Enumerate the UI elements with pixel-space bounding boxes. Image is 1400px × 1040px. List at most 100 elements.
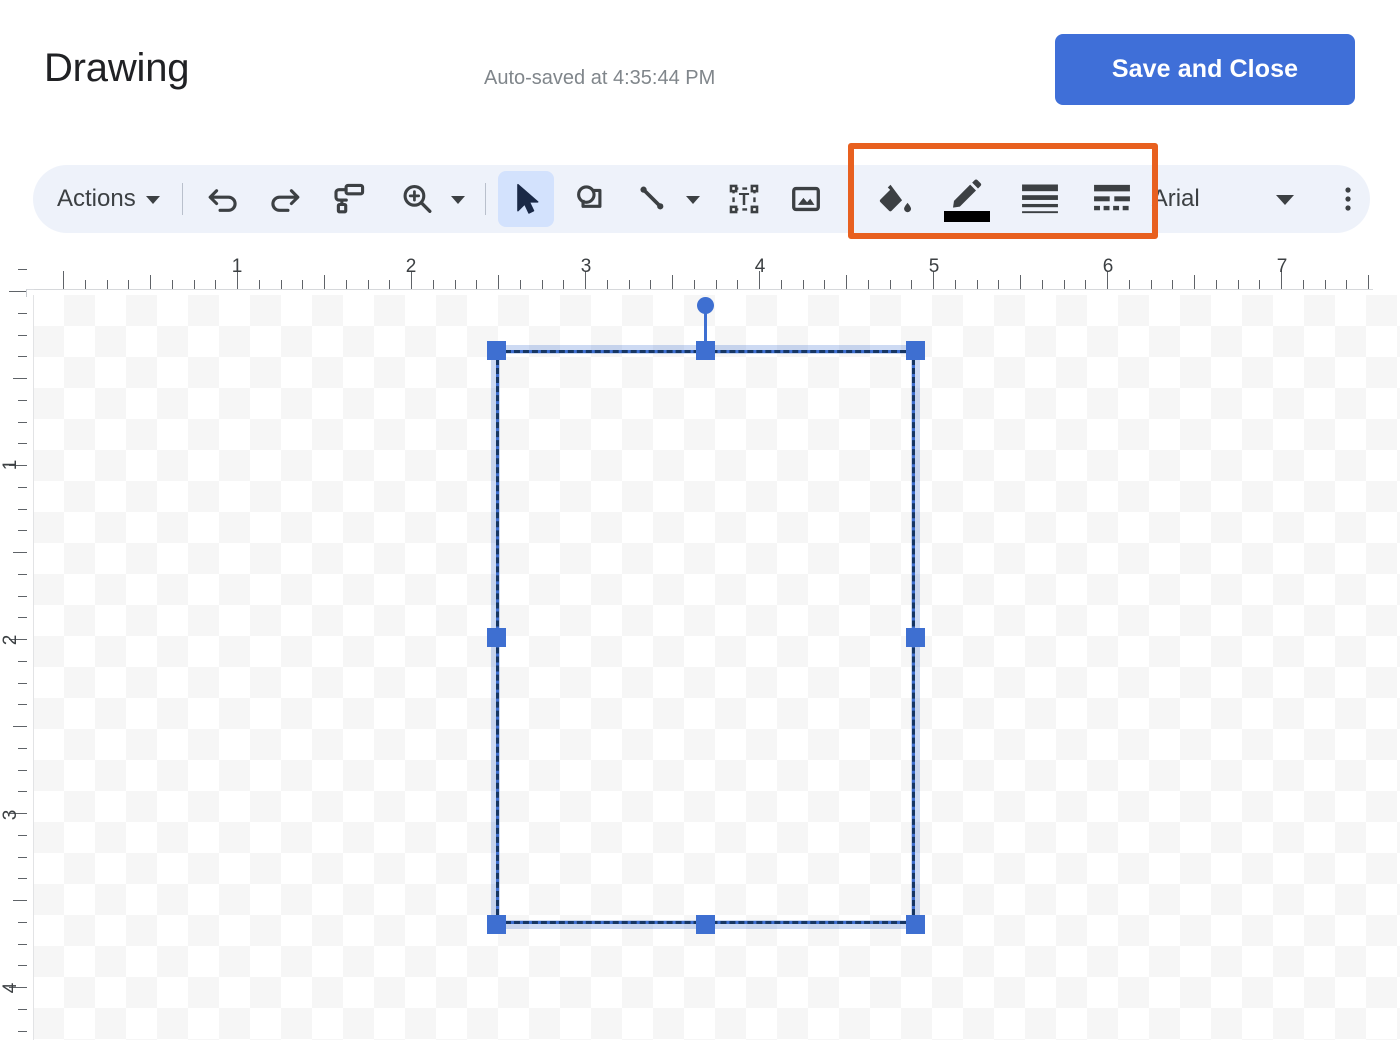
ruler-tick — [1303, 280, 1304, 289]
ruler-tick — [215, 280, 216, 289]
drawing-toolbar: Actions T Arial — [33, 143, 1370, 239]
ruler-tick — [1259, 280, 1260, 289]
border-dash-button[interactable] — [1084, 173, 1140, 225]
font-selector[interactable]: Arial — [1152, 177, 1298, 221]
text-box-icon: T — [729, 184, 759, 214]
ruler-tick — [150, 275, 151, 289]
ruler-tick — [324, 275, 325, 289]
chevron-down-icon — [1275, 195, 1294, 205]
ruler-tick — [977, 280, 978, 289]
ruler-tick — [18, 683, 27, 684]
ruler-tick — [18, 574, 27, 575]
editor-header: Drawing Auto-saved at 4:35:44 PM Save an… — [0, 0, 1400, 140]
page-title: Drawing — [44, 46, 190, 90]
vertical-ruler[interactable]: 1 2 3 4 — [0, 255, 33, 1040]
more-options-button[interactable] — [1326, 173, 1370, 225]
drawing-canvas[interactable] — [33, 295, 1400, 1040]
ruler-tick — [13, 552, 27, 553]
ruler-tick — [13, 726, 27, 727]
ruler-tick — [18, 835, 27, 836]
select-tool[interactable] — [497, 171, 554, 227]
ruler-tick — [18, 356, 27, 357]
selected-shape[interactable] — [486, 297, 925, 934]
save-and-close-button[interactable]: Save and Close — [1055, 34, 1355, 105]
drawing-editor: Drawing Auto-saved at 4:35:44 PM Save an… — [0, 0, 1400, 1040]
ruler-tick — [1346, 280, 1347, 289]
ruler-tick — [1238, 280, 1239, 289]
ruler-label: 3 — [0, 809, 22, 821]
ruler-tick — [18, 857, 27, 858]
resize-handle-top-left[interactable] — [486, 340, 506, 360]
redo-button[interactable] — [259, 173, 311, 225]
ruler-tick — [1129, 280, 1130, 289]
ruler-tick — [1194, 275, 1195, 289]
ruler-tick — [172, 280, 173, 289]
ruler-tick — [1325, 280, 1326, 289]
resize-handle-bottom-center[interactable] — [696, 914, 715, 934]
ruler-tick — [368, 280, 369, 289]
ruler-tick — [433, 280, 434, 289]
horizontal-ruler[interactable]: 1 2 3 4 5 6 7 — [0, 255, 1400, 295]
ruler-tick — [63, 271, 64, 289]
paint-format-button[interactable] — [321, 173, 373, 225]
fill-color-button[interactable] — [866, 173, 922, 225]
ruler-tick — [18, 878, 27, 879]
undo-button[interactable] — [197, 173, 249, 225]
border-dash-icon — [1093, 184, 1130, 211]
ruler-tick — [1368, 275, 1369, 289]
ruler-tick — [868, 280, 869, 289]
resize-handle-bottom-right[interactable] — [905, 914, 925, 934]
zoom-button[interactable] — [391, 173, 443, 225]
ruler-tick — [18, 965, 27, 966]
ruler-tick — [890, 280, 891, 289]
toolbar-divider — [484, 183, 486, 215]
shape-tool[interactable] — [564, 173, 616, 225]
ruler-tick — [389, 280, 390, 289]
actions-menu-button[interactable]: Actions — [51, 177, 172, 221]
ruler-tick — [672, 275, 673, 289]
line-dropdown-button[interactable] — [678, 173, 708, 225]
image-tool[interactable] — [780, 173, 832, 225]
actions-menu-label: Actions — [57, 185, 136, 212]
ruler-tick — [563, 280, 564, 289]
ruler-tick — [281, 280, 282, 289]
ruler-tick — [607, 280, 608, 289]
cursor-arrow-icon — [516, 183, 539, 214]
shapes-icon — [576, 185, 602, 208]
undo-icon — [208, 189, 237, 212]
svg-text:T: T — [738, 189, 749, 209]
line-tool[interactable] — [626, 173, 678, 225]
pencil-icon — [952, 179, 981, 208]
resize-handle-bottom-left[interactable] — [486, 914, 506, 934]
ruler-tick — [18, 661, 27, 662]
ruler-tick — [18, 704, 27, 705]
zoom-dropdown-button[interactable] — [443, 173, 473, 225]
ruler-label: 2 — [405, 256, 417, 277]
ruler-tick — [9, 291, 27, 292]
image-icon — [791, 186, 820, 212]
ruler-tick — [1216, 280, 1217, 289]
resize-handle-middle-right[interactable] — [905, 627, 925, 647]
chevron-down-icon — [685, 196, 700, 204]
ruler-tick — [85, 280, 86, 289]
ruler-label: 5 — [928, 256, 940, 277]
ruler-tick — [650, 280, 651, 289]
chevron-down-icon — [450, 196, 465, 204]
ruler-tick — [18, 770, 27, 771]
ruler-label: 6 — [1102, 256, 1114, 277]
text-box-tool[interactable]: T — [718, 173, 770, 225]
resize-handle-middle-left[interactable] — [486, 627, 506, 647]
zoom-in-icon — [403, 184, 432, 213]
ruler-tick — [128, 280, 129, 289]
resize-handle-top-right[interactable] — [905, 340, 925, 360]
ruler-tick — [18, 335, 27, 336]
ruler-label: 3 — [580, 256, 592, 277]
ruler-tick — [1172, 280, 1173, 289]
border-weight-button[interactable] — [1012, 173, 1068, 225]
border-color-button[interactable] — [938, 173, 996, 225]
ruler-tick — [18, 944, 27, 945]
paint-roller-icon — [334, 183, 364, 214]
ruler-tick — [18, 400, 27, 401]
rotation-handle[interactable] — [697, 297, 714, 314]
ruler-tick — [18, 1031, 27, 1032]
